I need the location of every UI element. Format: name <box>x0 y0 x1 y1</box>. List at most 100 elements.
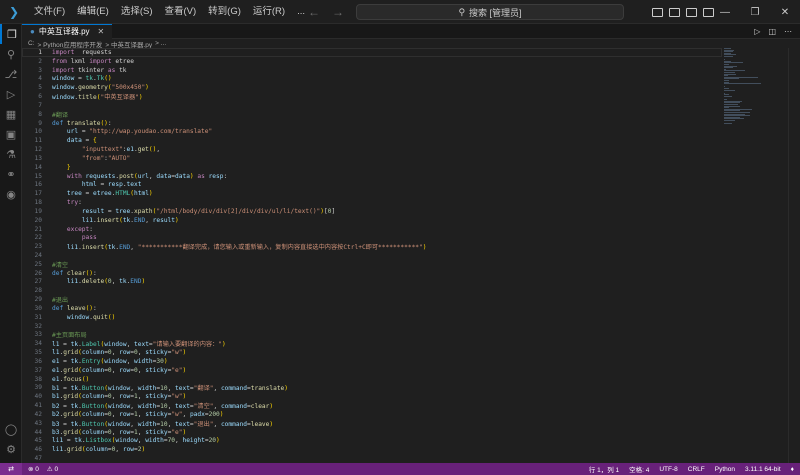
code-line[interactable]: 35 l1.grid(column=0, row=0, sticky="w") <box>22 348 722 357</box>
code-line[interactable]: 22 pass <box>22 233 722 242</box>
close-button[interactable]: ✕ <box>770 0 800 24</box>
menu-item[interactable]: 文件(F) <box>28 0 71 24</box>
cursor-position[interactable]: 行 1，列 1 <box>589 464 619 474</box>
code-line[interactable]: 6 window.title("中英互译器") <box>22 92 722 101</box>
notifications-bell-icon[interactable]: ♦ <box>791 466 794 473</box>
python-icon[interactable]: ⚭ <box>0 164 22 184</box>
code-editor[interactable]: 1 import requests 2 from lxml import etree 3… <box>22 48 800 463</box>
indentation[interactable]: 空格: 4 <box>629 464 649 474</box>
minimize-button[interactable]: — <box>710 0 740 24</box>
menu-item[interactable]: 编辑(E) <box>71 0 115 24</box>
code-line[interactable]: 37 e1.grid(column=0, row=0, sticky="e") <box>22 366 722 375</box>
code-line[interactable]: 40 b1.grid(column=0, row=1, sticky="w") <box>22 392 722 401</box>
python-interpreter[interactable]: 3.11.1 64-bit <box>745 466 781 473</box>
command-center-search[interactable]: ⚲ 搜索 [管理员] <box>356 4 624 20</box>
code-line[interactable]: 9 def translate(): <box>22 119 722 128</box>
code-line[interactable]: 41 b2 = tk.Button(window, width=10, text=… <box>22 401 722 410</box>
code-line[interactable]: 13 "from":"AUTO" <box>22 154 722 163</box>
code-line[interactable]: 39 b1 = tk.Button(window, width=10, text=… <box>22 384 722 392</box>
breadcrumb-item[interactable]: > Python应用程序开发 <box>38 39 103 49</box>
toggle-panel-icon[interactable] <box>669 7 680 17</box>
code-line[interactable]: 5 window.geometry("500x450") <box>22 83 722 92</box>
line-number: 13 <box>34 154 42 162</box>
restore-button[interactable]: ❐ <box>740 0 770 24</box>
code-line[interactable]: 43 b3 = tk.Button(window, width=10, text=… <box>22 419 722 428</box>
code-line[interactable]: 27 li1.delete(0, tk.END) <box>22 278 722 287</box>
code-line[interactable]: 23 li1.insert(tk.END, "***********翻译完成，请… <box>22 242 722 251</box>
code-line[interactable]: 1 import requests <box>22 48 722 57</box>
code-line[interactable]: 25 #清空 <box>22 260 722 269</box>
source-control-icon[interactable]: ⎇ <box>0 64 22 84</box>
search-view-icon[interactable]: ⚲ <box>0 44 22 64</box>
code-line[interactable]: 32 <box>22 322 722 331</box>
code-line[interactable]: 42 b2.grid(column=0, row=1, sticky="w", p… <box>22 410 722 419</box>
split-editor-icon[interactable]: ◫ <box>768 27 776 36</box>
line-number: 4 <box>38 75 42 83</box>
code-line[interactable]: 38 e1.focus() <box>22 375 722 384</box>
breadcrumb-item[interactable]: C: <box>28 40 35 47</box>
code-line[interactable]: 45 li1 = tk.Listbox(window, width=70, hei… <box>22 437 722 446</box>
settings-gear-icon[interactable]: ⚙ <box>0 439 22 459</box>
code-line[interactable]: 3 import tkinter as tk <box>22 66 722 75</box>
code-line[interactable]: 46 li1.grid(column=0, row=2) <box>22 445 722 454</box>
code-line[interactable]: 24 <box>22 251 722 260</box>
code-line[interactable]: 44 b3.grid(column=0, row=1, sticky="e") <box>22 428 722 437</box>
language-mode[interactable]: Python <box>715 466 735 473</box>
end-of-line[interactable]: CRLF <box>688 466 705 473</box>
forward-arrow-icon[interactable]: → <box>332 5 344 19</box>
code-line[interactable]: 28 <box>22 286 722 295</box>
code-line[interactable]: 11 data = { <box>22 136 722 145</box>
code-line[interactable]: 34 l1 = tk.Label(window, text="请输入要翻译的内容：… <box>22 339 722 348</box>
warnings-count[interactable]: ⚠ 0 <box>47 465 58 473</box>
code-line[interactable]: 30 def leave(): <box>22 304 722 313</box>
menu-item[interactable]: 转到(G) <box>202 0 247 24</box>
menu-item[interactable]: 选择(S) <box>115 0 159 24</box>
run-debug-icon[interactable]: ▷ <box>0 84 22 104</box>
code-line[interactable]: 47 <box>22 454 722 463</box>
code-line[interactable]: 20 li1.insert(tk.END, result) <box>22 216 722 225</box>
code-line[interactable]: 29 #退出 <box>22 295 722 304</box>
code-token: tk <box>115 66 127 74</box>
vertical-scrollbar[interactable] <box>788 48 800 463</box>
testing-icon[interactable]: ⚗ <box>0 144 22 164</box>
account-icon[interactable]: ◯ <box>0 419 22 439</box>
code-line[interactable]: 8 #翻译 <box>22 110 722 119</box>
code-line[interactable]: 15 with requests.post(url, data=data) as… <box>22 172 722 181</box>
extensions-icon[interactable]: ▦ <box>0 104 22 124</box>
remote-explorer-icon[interactable]: ▣ <box>0 124 22 144</box>
toggle-secondary-sidebar-icon[interactable] <box>686 7 697 17</box>
code-token: grid <box>66 446 82 454</box>
menu-item[interactable]: 查看(V) <box>158 0 202 24</box>
code-line[interactable]: 17 tree = etree.HTML(html) <box>22 189 722 198</box>
code-line[interactable]: 21 except: <box>22 225 722 234</box>
code-line[interactable]: 33 #主页面布局 <box>22 331 722 339</box>
errors-count[interactable]: ⊗ 0 <box>28 465 39 473</box>
run-file-icon[interactable]: ▷ <box>754 27 760 36</box>
code-line[interactable]: 12 "inputtext":e1.get(), <box>22 145 722 154</box>
code-line[interactable]: 36 e1 = tk.Entry(window, width=30) <box>22 357 722 366</box>
back-arrow-icon[interactable]: ← <box>308 5 320 19</box>
minimap[interactable] <box>722 48 782 128</box>
edge-devtools-icon[interactable]: ◉ <box>0 184 22 204</box>
remote-indicator-icon[interactable]: ⇄ <box>0 463 22 475</box>
more-actions-icon[interactable]: ⋯ <box>784 27 792 36</box>
close-tab-icon[interactable]: ✕ <box>98 27 105 36</box>
code-line[interactable]: 14 } <box>22 163 722 172</box>
code-line[interactable]: 31 window.quit() <box>22 313 722 322</box>
code-line[interactable]: 2 from lxml import etree <box>22 57 722 66</box>
file-encoding[interactable]: UTF-8 <box>659 466 677 473</box>
toggle-primary-sidebar-icon[interactable] <box>652 7 663 17</box>
menu-item[interactable]: 运行(R) <box>247 0 291 24</box>
explorer-icon[interactable]: ❒ <box>0 24 22 44</box>
breadcrumb-item[interactable]: > ... <box>155 40 166 47</box>
code-line[interactable]: 16 html = resp.text <box>22 180 722 189</box>
code-line[interactable]: 4 window = tk.Tk() <box>22 74 722 83</box>
code-line[interactable]: 18 try: <box>22 198 722 207</box>
code-line[interactable]: 7 <box>22 101 722 110</box>
code-token: "e" <box>171 428 183 436</box>
code-line[interactable]: 26 def clear(): <box>22 269 722 278</box>
tab-translator-py[interactable]: ● 中英互译器.py ✕ <box>22 23 113 39</box>
code-line[interactable]: 19 result = tree.xpath("/html/body/div/d… <box>22 207 722 216</box>
breadcrumb-item[interactable]: > 中英互译器.py <box>105 39 152 49</box>
code-line[interactable]: 10 url = "http://wap.youdao.com/translat… <box>22 127 722 136</box>
